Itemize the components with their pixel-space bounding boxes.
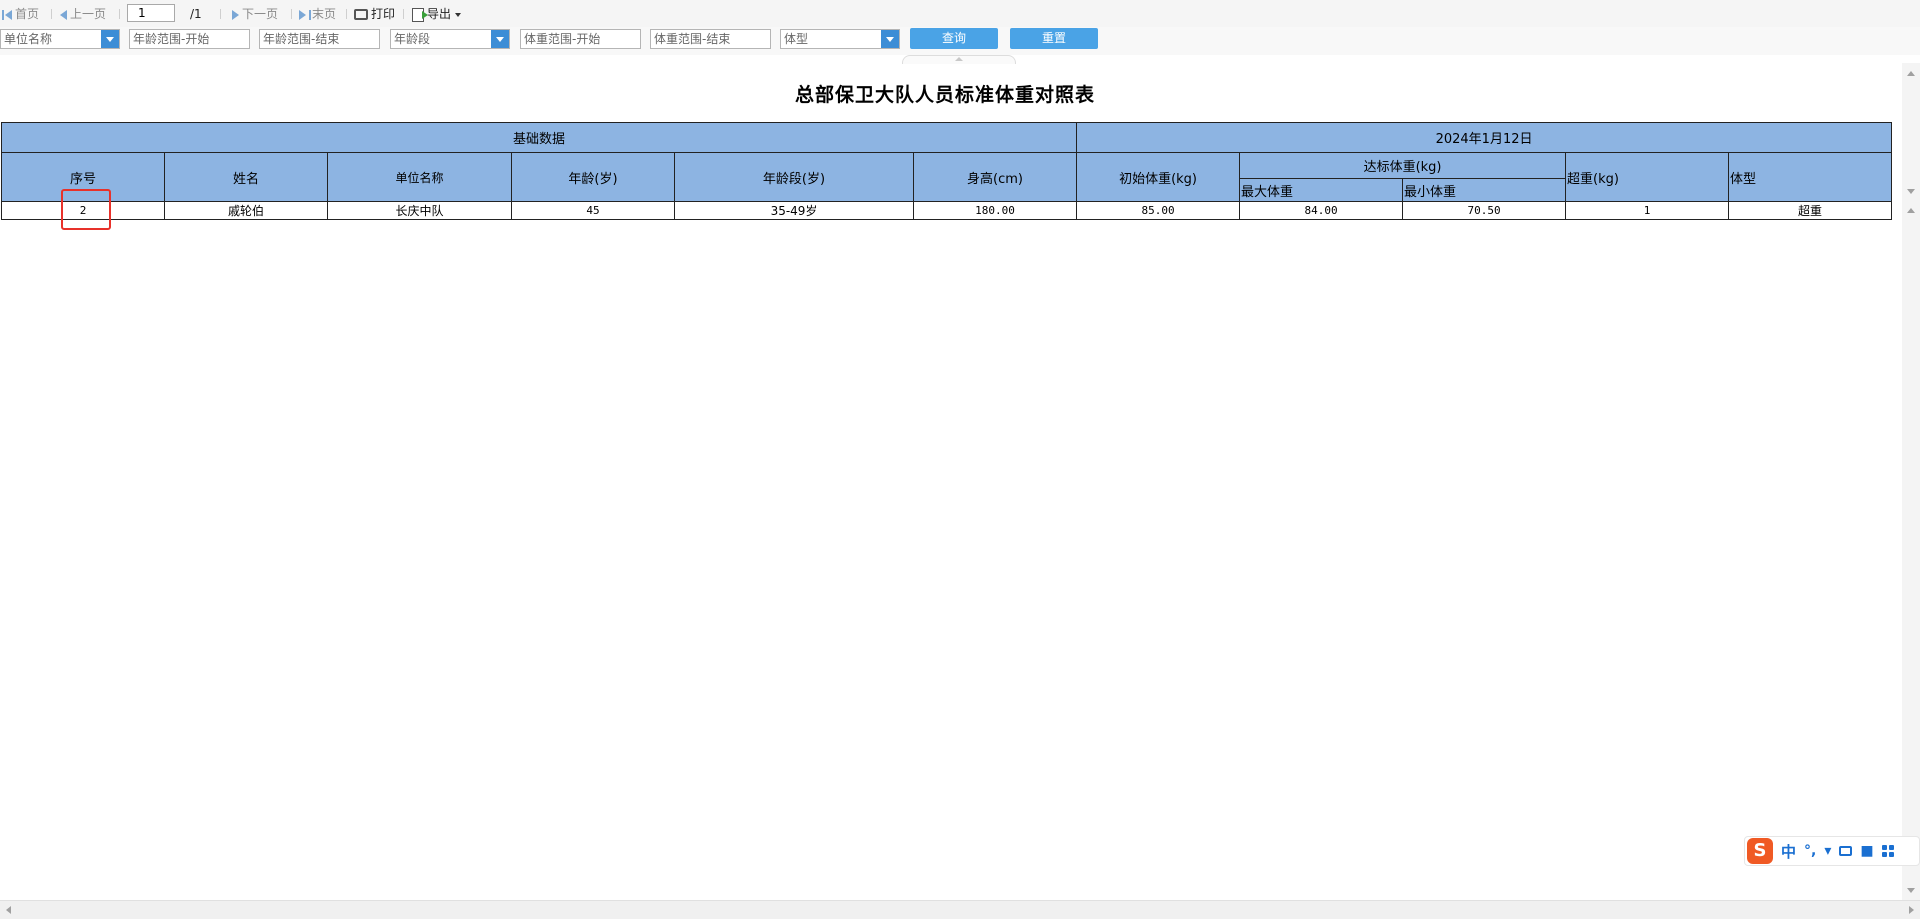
weight-end-input[interactable]: 体重范围-结束: [650, 29, 771, 49]
table-row: 2 戚轮伯 长庆中队 45 35-49岁 180.00 85.00 84.00 …: [1, 201, 1893, 220]
export-button[interactable]: 导出: [412, 6, 462, 22]
header-min-weight: 最小体重: [1402, 178, 1567, 202]
reset-button[interactable]: 重置: [1010, 28, 1098, 49]
cell-age-group: 35-49岁: [674, 201, 914, 220]
ime-punctuation-toggle[interactable]: °,: [1804, 843, 1816, 859]
body-type-select[interactable]: 体型: [780, 29, 900, 49]
unit-name-select[interactable]: 单位名称: [0, 29, 120, 49]
toolbar-divider: [291, 9, 292, 19]
toolbar-divider: [119, 9, 120, 19]
page-number-input[interactable]: 1: [127, 4, 175, 22]
ime-toolbar: S 中 °, ▾ ■: [1744, 836, 1920, 866]
weight-table: 基础数据 2024年1月12日 序号 姓名 单位名称 年龄(岁) 年龄段(岁) …: [0, 122, 1893, 220]
highlight-annotation: [61, 189, 111, 230]
print-button[interactable]: 打印: [354, 6, 395, 22]
toolbar-divider: [403, 9, 404, 19]
age-end-input[interactable]: 年龄范围-结束: [259, 29, 380, 49]
skin-icon[interactable]: ■: [1860, 843, 1873, 859]
header-standard-weight: 达标体重(kg): [1239, 152, 1567, 179]
chevron-down-icon: [455, 12, 462, 17]
header-initial-weight: 初始体重(kg): [1076, 152, 1241, 202]
scroll-up-icon[interactable]: [1907, 71, 1915, 76]
pager-toolbar: 首页 上一页 1 /1 下一页 末页 打印 导出: [0, 0, 1920, 28]
next-page-button[interactable]: 下一页: [232, 6, 278, 22]
toolbar-divider: [346, 9, 347, 19]
dropdown-arrow-icon[interactable]: [101, 30, 119, 48]
keyboard-icon[interactable]: [1839, 846, 1853, 856]
report-title: 总部保卫大队人员标准体重对照表: [794, 84, 1095, 106]
horizontal-scrollbar[interactable]: [0, 900, 1920, 919]
prev-page-icon: [60, 9, 67, 20]
dropdown-arrow-icon[interactable]: [491, 30, 509, 48]
cell-unit: 长庆中队: [327, 201, 512, 220]
last-page-button[interactable]: 末页: [299, 6, 336, 22]
cell-max-weight: 84.00: [1239, 201, 1404, 220]
first-page-button[interactable]: 首页: [2, 6, 39, 22]
last-page-icon: [299, 9, 306, 20]
filter-bar: 单位名称 年龄范围-开始 年龄范围-结束 年龄段 体重范围-开始 体重范围-结束…: [0, 27, 1920, 55]
cell-age: 45: [511, 201, 675, 220]
vertical-scrollbar[interactable]: [1902, 63, 1920, 901]
age-start-input[interactable]: 年龄范围-开始: [129, 29, 250, 49]
collapse-filter-toggle[interactable]: [902, 55, 1016, 64]
scroll-left-icon[interactable]: [6, 906, 11, 914]
cell-overweight: 1: [1565, 201, 1730, 220]
prev-page-button[interactable]: 上一页: [60, 6, 106, 22]
ime-logo-icon[interactable]: S: [1747, 838, 1773, 864]
group-header-date: 2024年1月12日: [1076, 122, 1893, 153]
export-icon: [412, 7, 428, 22]
group-header-basic: 基础数据: [0, 122, 1078, 153]
cell-min-weight: 70.50: [1402, 201, 1567, 220]
ime-language-toggle[interactable]: 中: [1781, 841, 1796, 862]
scroll-right-icon[interactable]: [1909, 906, 1914, 914]
header-max-weight: 最大体重: [1239, 178, 1404, 202]
query-button[interactable]: 查询: [910, 28, 998, 49]
header-age: 年龄(岁): [511, 152, 675, 202]
header-height: 身高(cm): [912, 152, 1078, 202]
scroll-down-icon[interactable]: [1907, 189, 1915, 194]
microphone-icon[interactable]: ▾: [1824, 843, 1831, 859]
age-group-select[interactable]: 年龄段: [390, 29, 510, 49]
toolbar-divider: [51, 9, 52, 19]
cell-height: 180.00: [912, 201, 1078, 220]
dropdown-arrow-icon[interactable]: [881, 30, 899, 48]
header-age-group: 年龄段(岁): [674, 152, 914, 202]
weight-start-input[interactable]: 体重范围-开始: [520, 29, 641, 49]
header-body-type: 体型: [1728, 152, 1893, 202]
first-page-icon: [2, 9, 4, 20]
header-name: 姓名: [164, 152, 328, 202]
toolbar-divider: [220, 9, 221, 19]
scroll-up-icon[interactable]: [1907, 208, 1915, 213]
printer-icon: [354, 9, 368, 20]
next-page-icon: [232, 9, 239, 20]
cell-initial-weight: 85.00: [1076, 201, 1241, 220]
cell-name: 戚轮伯: [164, 201, 328, 220]
header-unit: 单位名称: [327, 152, 512, 202]
cell-body-type: 超重: [1728, 201, 1893, 220]
header-overweight: 超重(kg): [1565, 152, 1730, 202]
scroll-down-icon[interactable]: [1907, 888, 1915, 893]
page-total: /1: [190, 7, 202, 21]
apps-grid-icon[interactable]: [1881, 845, 1894, 857]
